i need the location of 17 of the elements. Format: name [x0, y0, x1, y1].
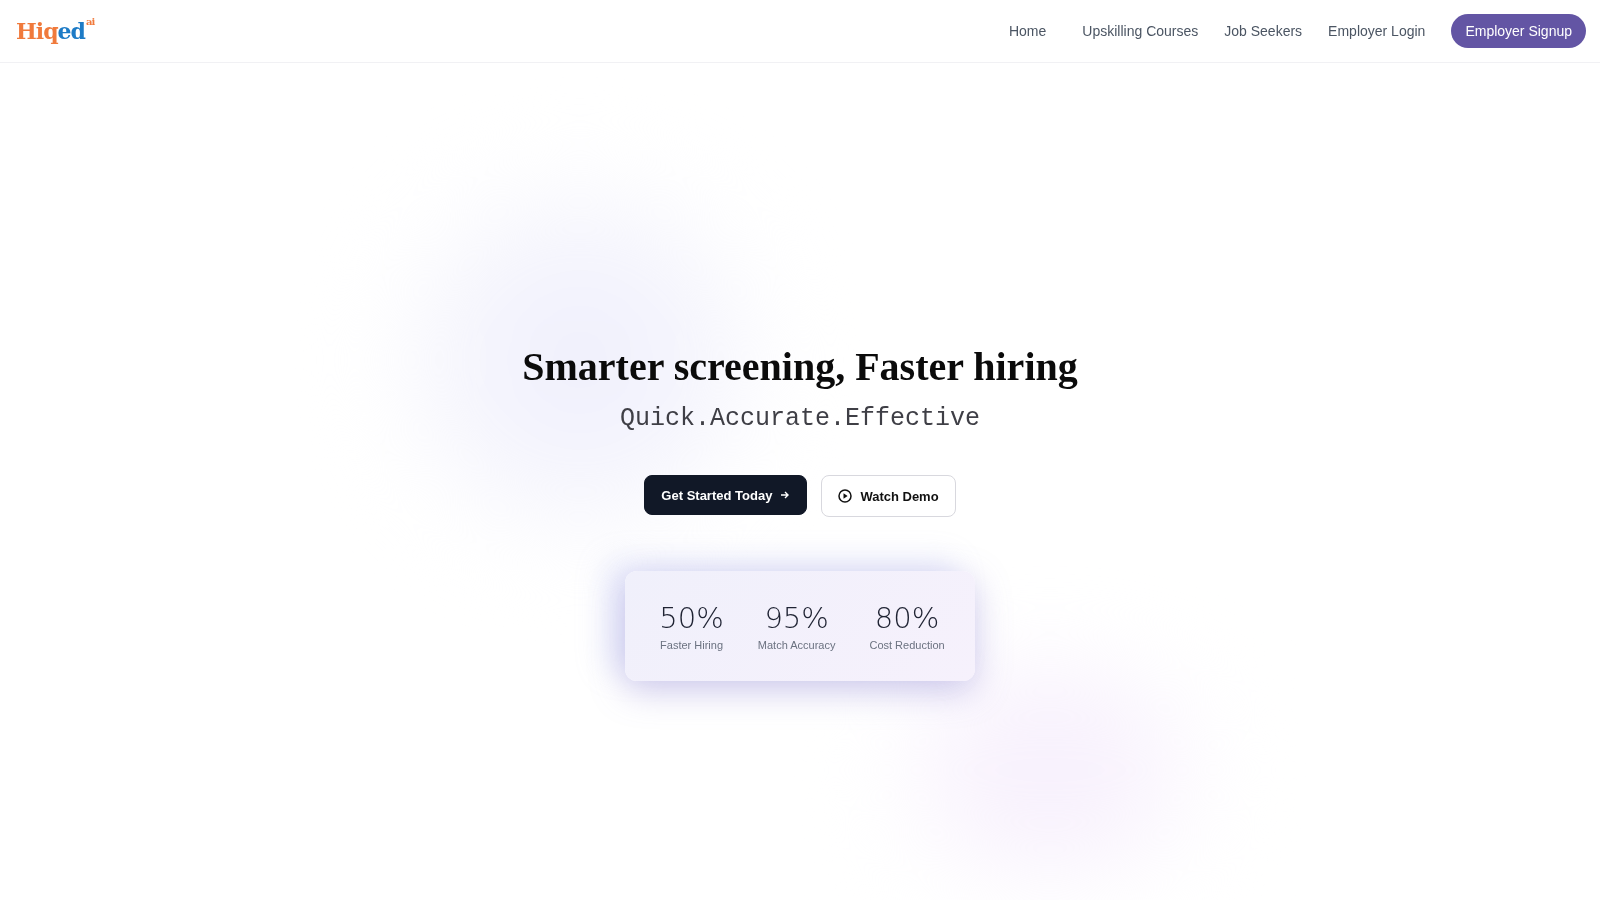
hero-heading: Smarter screening, Faster hiring	[522, 343, 1078, 390]
nav-link[interactable]: Home	[1008, 23, 1047, 39]
get-started-button[interactable]: Get Started Today	[644, 475, 808, 515]
nav-link[interactable]: Employer Login	[1328, 23, 1426, 39]
stat-value: 50%	[659, 601, 724, 635]
nav-link[interactable]: Job Seekers	[1224, 23, 1303, 39]
stat-label: Match Accuracy	[757, 639, 836, 651]
stat-value: 80%	[874, 601, 940, 635]
arrow-icon	[780, 490, 791, 500]
play-icon	[838, 489, 853, 503]
watch-demo-button[interactable]: Watch Demo	[821, 475, 956, 517]
hero-subtitle: Quick.Accurate.Effective	[619, 404, 981, 433]
signup-button[interactable]: Employer Signup	[1451, 14, 1586, 48]
stat-value: 95%	[764, 601, 829, 635]
stat-label: Faster Hiring	[660, 639, 724, 651]
nav-link[interactable]: Upskilling Courses	[1082, 23, 1199, 39]
stat-label: Cost Reduction	[869, 639, 945, 651]
